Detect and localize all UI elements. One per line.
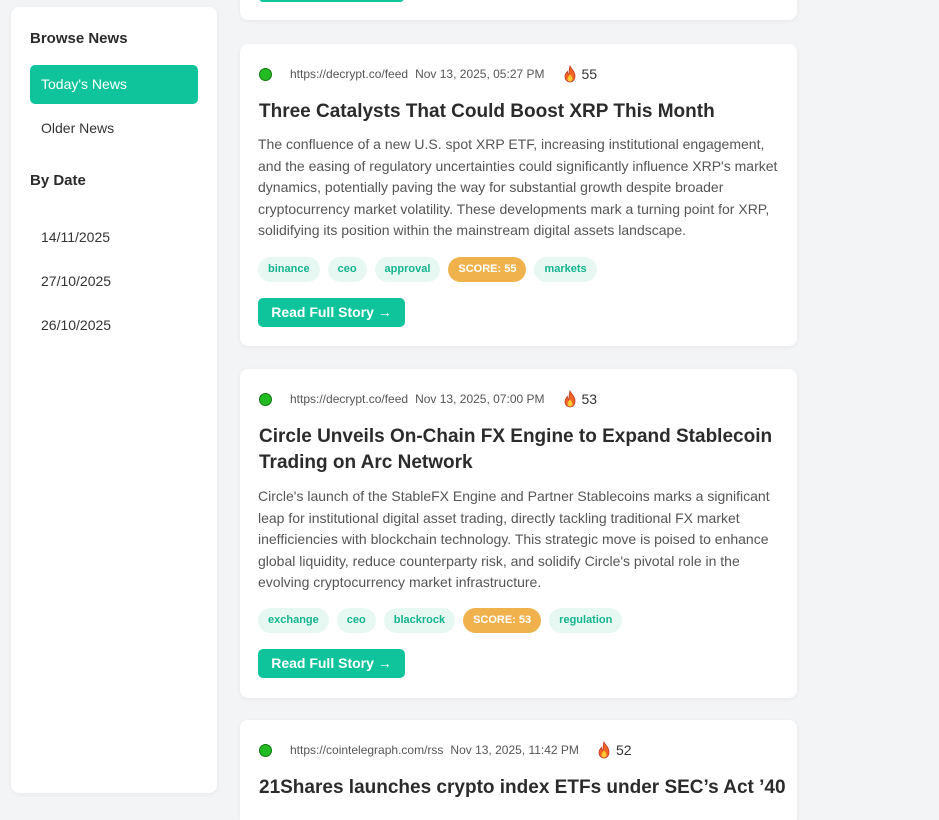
article-date: Nov 13, 2025, 07:00 PM [415, 392, 545, 406]
read-full-story-button[interactable] [259, 0, 404, 2]
fire-icon [564, 390, 575, 408]
tag-list: binance ceo approval SCORE: 55 markets [258, 257, 597, 282]
article-title[interactable]: Circle Unveils On-Chain FX Engine to Exp… [259, 424, 778, 476]
read-full-story-button[interactable]: Read Full Story → [258, 298, 405, 327]
tag[interactable]: ceo [336, 608, 376, 633]
article-summary: Circle's launch of the StableFX Engine a… [258, 488, 770, 590]
tag[interactable]: exchange [258, 608, 329, 633]
tag[interactable]: blackrock [383, 608, 456, 633]
tag[interactable]: binance [258, 257, 320, 282]
fire-icon [598, 741, 610, 759]
status-dot-icon [259, 392, 272, 406]
tag[interactable]: regulation [549, 608, 623, 633]
tag[interactable]: approval [374, 257, 441, 282]
tag[interactable]: ceo [327, 257, 367, 282]
news-card-partial [240, 0, 797, 20]
news-card: https://decrypt.co/feed Nov 13, 2025, 05… [240, 44, 797, 346]
tag-list: exchange ceo blackrock SCORE: 53 regulat… [258, 608, 623, 633]
source-link[interactable]: https://cointelegraph.com/rss [290, 743, 443, 757]
article-date: Nov 13, 2025, 11:42 PM [450, 743, 579, 757]
score-badge: SCORE: 53 [463, 608, 542, 633]
hot-score: 52 [615, 742, 632, 758]
status-dot-icon [259, 743, 272, 757]
date-item-27-10-2025[interactable]: 27/10/2025 [41, 273, 111, 289]
article-date: Nov 13, 2025, 05:27 PM [415, 67, 545, 81]
news-card: https://decrypt.co/feed Nov 13, 2025, 07… [240, 369, 797, 698]
browse-news-heading: Browse News [30, 30, 128, 47]
hot-score: 55 [581, 66, 598, 82]
article-title[interactable]: 21Shares launches crypto index ETFs unde… [259, 775, 786, 801]
card-meta: https://decrypt.co/feed Nov 13, 2025, 05… [259, 65, 597, 83]
sidebar: Browse News Today's News Older News By D… [11, 7, 217, 793]
by-date-heading: By Date [30, 172, 86, 189]
status-dot-icon [259, 67, 272, 81]
news-card: https://cointelegraph.com/rss Nov 13, 20… [240, 720, 797, 820]
score-badge: SCORE: 55 [448, 257, 527, 282]
read-full-story-button[interactable]: Read Full Story → [258, 649, 405, 678]
article-title[interactable]: Three Catalysts That Could Boost XRP Thi… [259, 99, 778, 125]
source-link[interactable]: https://decrypt.co/feed [290, 67, 408, 81]
fire-icon [564, 65, 575, 83]
hot-score: 53 [581, 391, 598, 407]
article-summary: The confluence of a new U.S. spot XRP ET… [258, 136, 778, 238]
card-meta: https://cointelegraph.com/rss Nov 13, 20… [259, 741, 632, 759]
date-item-26-10-2025[interactable]: 26/10/2025 [41, 317, 111, 333]
date-item-14-11-2025[interactable]: 14/11/2025 [41, 229, 110, 245]
tag[interactable]: markets [534, 257, 597, 282]
sidebar-item-todays-news[interactable]: Today's News [30, 65, 198, 104]
sidebar-item-older-news[interactable]: Older News [30, 109, 198, 148]
card-meta: https://decrypt.co/feed Nov 13, 2025, 07… [259, 390, 597, 408]
source-link[interactable]: https://decrypt.co/feed [290, 392, 408, 406]
